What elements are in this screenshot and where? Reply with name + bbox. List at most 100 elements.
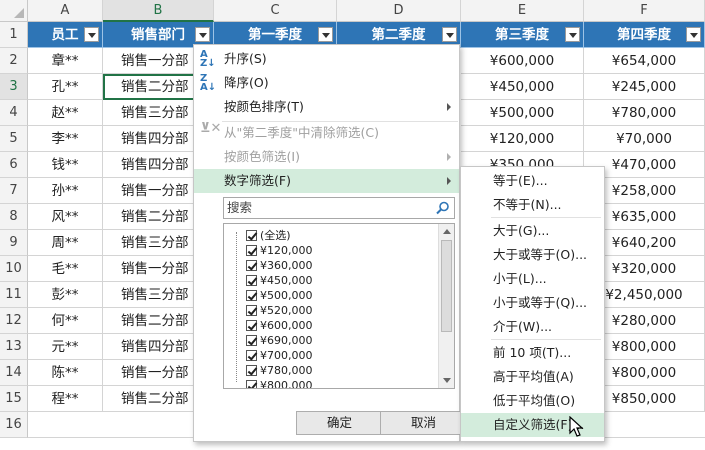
- row-header-2[interactable]: 2: [0, 48, 28, 74]
- row-header-3[interactable]: 3: [0, 74, 28, 100]
- q4-cell[interactable]: ¥245,000: [584, 74, 705, 100]
- filter-dropdown-icon[interactable]: [686, 27, 701, 42]
- filter-dropdown-icon[interactable]: [318, 27, 333, 42]
- submenu-item[interactable]: 前 10 项(T)...: [461, 341, 604, 365]
- chevron-right-icon: [447, 103, 451, 111]
- header-cell[interactable]: 员工: [28, 22, 103, 48]
- q4-cell[interactable]: ¥780,000: [584, 100, 705, 126]
- value-checklist[interactable]: (全选) ¥120,000 ¥360,000 ¥450,000 ¥500,000 ¥520…: [223, 223, 455, 389]
- select-all-corner[interactable]: [0, 0, 28, 22]
- submenu-item[interactable]: 高于平均值(A): [461, 365, 604, 389]
- q3-cell[interactable]: ¥120,000: [461, 126, 584, 152]
- row-header-6[interactable]: 6: [0, 152, 28, 178]
- list-scrollbar[interactable]: [438, 224, 454, 388]
- q4-cell[interactable]: ¥70,000: [584, 126, 705, 152]
- checkbox-checked[interactable]: [246, 230, 257, 241]
- header-cell[interactable]: 第四季度: [584, 22, 705, 48]
- checkbox-checked[interactable]: [246, 260, 257, 271]
- row-header-7[interactable]: 7: [0, 178, 28, 204]
- checkbox-checked[interactable]: [246, 245, 257, 256]
- q3-cell[interactable]: ¥600,000: [461, 48, 584, 74]
- row-header-16[interactable]: 16: [0, 412, 28, 438]
- scroll-up-arrow[interactable]: [443, 229, 451, 234]
- employee-cell[interactable]: 孔**: [28, 74, 103, 100]
- row-header-8[interactable]: 8: [0, 204, 28, 230]
- filter-dropdown-icon[interactable]: [565, 27, 580, 42]
- employee-cell[interactable]: 毛**: [28, 256, 103, 282]
- ok-button[interactable]: 确定: [296, 411, 383, 435]
- column-header-a[interactable]: A: [28, 0, 103, 22]
- sort-descending-item[interactable]: Z A↓ 降序(O): [194, 71, 459, 95]
- number-filter-item[interactable]: 数字筛选(F): [194, 169, 459, 193]
- menu-separator: [491, 217, 601, 218]
- cancel-button[interactable]: 取消: [380, 411, 467, 435]
- submenu-item[interactable]: 不等于(N)...: [461, 193, 604, 217]
- column-header-c[interactable]: C: [214, 0, 337, 22]
- number-filter-submenu: 等于(E)... 不等于(N)... 大于(G)... 大于或等于(O)... 小于(L…: [460, 166, 605, 442]
- row-header-1[interactable]: 1: [0, 22, 28, 48]
- header-label: 销售部门: [131, 27, 185, 43]
- submenu-item[interactable]: 大于或等于(O)...: [461, 243, 604, 267]
- employee-cell[interactable]: 元**: [28, 334, 103, 360]
- employee-cell[interactable]: 程**: [28, 386, 103, 412]
- chevron-right-icon: [447, 177, 451, 185]
- column-header-f[interactable]: F: [584, 0, 705, 22]
- checklist-label: (全选): [260, 229, 291, 242]
- scroll-thumb[interactable]: [441, 240, 452, 332]
- q3-cell[interactable]: ¥450,000: [461, 74, 584, 100]
- submenu-item[interactable]: 小于(L)...: [461, 267, 604, 291]
- row-header-4[interactable]: 4: [0, 100, 28, 126]
- checkbox-checked[interactable]: [246, 290, 257, 301]
- employee-cell[interactable]: 李**: [28, 126, 103, 152]
- checklist-label: ¥520,000: [260, 304, 313, 317]
- sort-by-color-item[interactable]: 按颜色排序(T): [194, 95, 459, 119]
- header-label: 第一季度: [248, 27, 302, 43]
- tree-line: [236, 232, 237, 382]
- submenu-item[interactable]: 小于或等于(Q)...: [461, 291, 604, 315]
- row-header-15[interactable]: 15: [0, 386, 28, 412]
- filter-dropdown-icon[interactable]: [84, 27, 99, 42]
- q4-cell[interactable]: ¥654,000: [584, 48, 705, 74]
- filter-dropdown-icon[interactable]: [442, 27, 457, 42]
- scroll-down-arrow[interactable]: [443, 378, 451, 383]
- column-header-e[interactable]: E: [461, 0, 584, 22]
- q3-cell[interactable]: ¥500,000: [461, 100, 584, 126]
- employee-cell[interactable]: 彭**: [28, 282, 103, 308]
- column-header-b[interactable]: B: [103, 0, 214, 22]
- row-header-5[interactable]: 5: [0, 126, 28, 152]
- checkbox-checked[interactable]: [246, 320, 257, 331]
- checkbox-checked[interactable]: [246, 275, 257, 286]
- checkbox-checked[interactable]: [246, 305, 257, 316]
- checkbox-checked[interactable]: [246, 380, 257, 388]
- search-input[interactable]: 搜索: [223, 197, 455, 219]
- submenu-item[interactable]: 介于(W)...: [461, 315, 604, 339]
- employee-cell[interactable]: 何**: [28, 308, 103, 334]
- submenu-item[interactable]: 等于(E)...: [461, 169, 604, 193]
- row-header-9[interactable]: 9: [0, 230, 28, 256]
- checkbox-checked[interactable]: [246, 365, 257, 376]
- checklist-label: ¥500,000: [260, 289, 313, 302]
- column-header-d[interactable]: D: [337, 0, 461, 22]
- filter-dropdown-icon[interactable]: [195, 27, 210, 42]
- submenu-item[interactable]: 低于平均值(O): [461, 389, 604, 413]
- submenu-item[interactable]: 大于(G)...: [461, 219, 604, 243]
- employee-cell[interactable]: 风**: [28, 204, 103, 230]
- employee-cell[interactable]: 孙**: [28, 178, 103, 204]
- employee-cell[interactable]: 章**: [28, 48, 103, 74]
- row-header-12[interactable]: 12: [0, 308, 28, 334]
- clear-filter-item: ⊻✕ 从"第二季度"中清除筛选(C): [200, 121, 379, 140]
- checkbox-checked[interactable]: [246, 335, 257, 346]
- row-header-13[interactable]: 13: [0, 334, 28, 360]
- checkbox-checked[interactable]: [246, 350, 257, 361]
- filter-dropdown-menu: A Z↓ 升序(S) Z A↓ 降序(O) 按颜色排序(T) ⊻✕ 从"第二季度"中…: [193, 44, 467, 442]
- employee-cell[interactable]: 周**: [28, 230, 103, 256]
- row-header-10[interactable]: 10: [0, 256, 28, 282]
- employee-cell[interactable]: 钱**: [28, 152, 103, 178]
- header-cell[interactable]: 第三季度: [461, 22, 584, 48]
- sort-ascending-item[interactable]: A Z↓ 升序(S): [194, 47, 459, 71]
- employee-cell[interactable]: 赵**: [28, 100, 103, 126]
- employee-cell[interactable]: 陈**: [28, 360, 103, 386]
- search-icon: [436, 201, 449, 215]
- row-header-14[interactable]: 14: [0, 360, 28, 386]
- row-header-11[interactable]: 11: [0, 282, 28, 308]
